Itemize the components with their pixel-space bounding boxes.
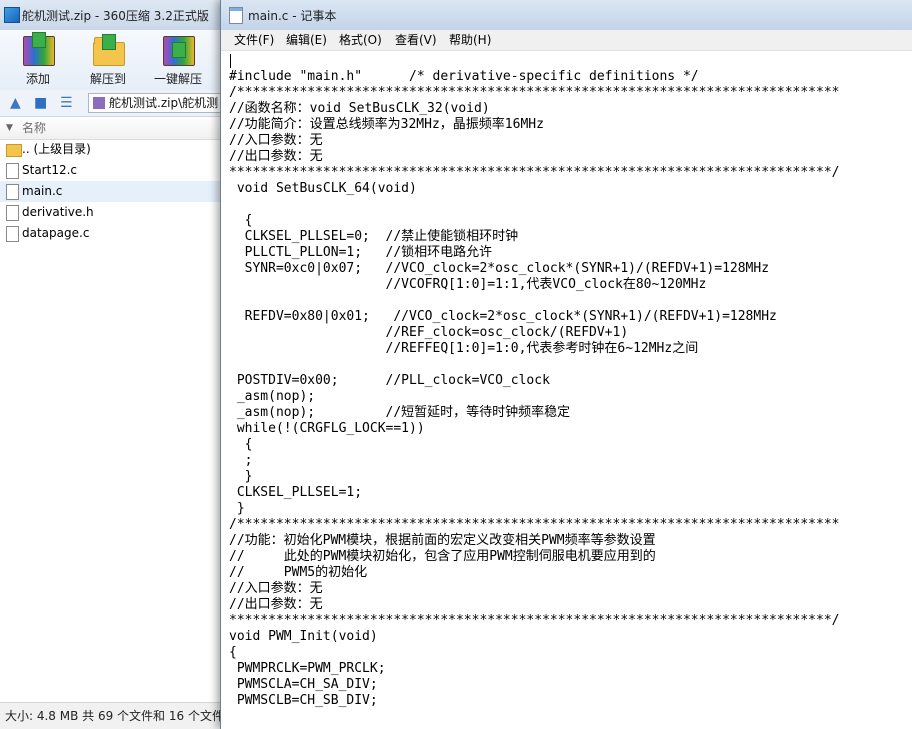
file-name: derivative.h [22,205,94,219]
notepad-titlebar[interactable]: main.c - 记事本 [221,0,912,30]
path-field[interactable]: 舵机测试.zip\舵机测 [88,93,222,113]
file-name: main.c [22,184,63,198]
list-item[interactable]: datapage.c [0,223,222,244]
path-text: 舵机测试.zip\舵机测 [109,96,219,110]
notepad-window: main.c - 记事本 文件(F) 编辑(E) 格式(O) 查看(V) 帮助(… [220,0,912,729]
text-caret [230,54,231,68]
view-icon[interactable]: ■ [34,95,47,111]
zip-toolbar: 添加 解压到 一键解压 [0,30,222,90]
extract-folder-icon [91,34,125,66]
file-icon [6,163,19,179]
list-item[interactable]: main.c [0,181,222,202]
address-bar: ▲ ■ ☰ 舵机测试.zip\舵机测 [0,90,222,117]
list-item[interactable]: .. (上级目录) [0,139,222,160]
file-name: .. (上级目录) [22,142,91,156]
menu-file[interactable]: 文件(F) [231,32,277,48]
one-click-extract-label: 一键解压 [153,72,202,86]
notepad-title: main.c - 记事本 [248,9,337,23]
zip-window: 舵机测试.zip - 360压缩 3.2正式版 添加 解压到 一键解压 ▲ ■ … [0,0,222,729]
sort-down-icon: ▼ [6,123,13,133]
menu-help[interactable]: 帮助(H) [446,32,494,48]
text-editor[interactable]: #include "main.h" /* derivative-specific… [229,51,912,729]
menu-format[interactable]: 格式(O) [336,32,385,48]
file-name: datapage.c [22,226,90,240]
extract-to-button[interactable]: 解压到 [73,30,143,90]
add-archive-icon [21,32,55,66]
one-click-extract-icon [161,34,195,66]
up-arrow-icon[interactable]: ▲ [10,95,21,111]
add-label: 添加 [25,72,50,86]
list-view-icon[interactable]: ☰ [60,95,73,111]
notepad-icon [229,7,243,24]
extract-to-label: 解压到 [89,72,126,86]
file-icon [6,226,19,242]
column-header-name[interactable]: ▼ 名称 [0,117,222,140]
zip-titlebar[interactable]: 舵机测试.zip - 360压缩 3.2正式版 [0,0,222,30]
archive-app-icon [4,7,20,23]
file-icon [6,205,19,221]
archive-path-icon [93,97,105,109]
code-text[interactable]: #include "main.h" /* derivative-specific… [229,69,839,709]
menu-view[interactable]: 查看(V) [392,32,440,48]
folder-icon [6,144,22,157]
menu-bar: 文件(F) 编辑(E) 格式(O) 查看(V) 帮助(H) [221,30,912,51]
list-item[interactable]: derivative.h [0,202,222,223]
list-item[interactable]: Start12.c [0,160,222,181]
menu-edit[interactable]: 编辑(E) [283,32,330,48]
column-name-label: 名称 [22,121,47,135]
add-button[interactable]: 添加 [3,30,73,90]
zip-window-title: 舵机测试.zip - 360压缩 3.2正式版 [22,9,209,23]
file-name: Start12.c [22,163,77,177]
one-click-extract-button[interactable]: 一键解压 [143,30,213,90]
status-bar: 大小: 4.8 MB 共 69 个文件和 16 个文件夹 [0,702,222,729]
file-list: ▼ 名称 .. (上级目录) Start12.c main.c derivati… [0,117,222,702]
file-icon [6,184,19,200]
